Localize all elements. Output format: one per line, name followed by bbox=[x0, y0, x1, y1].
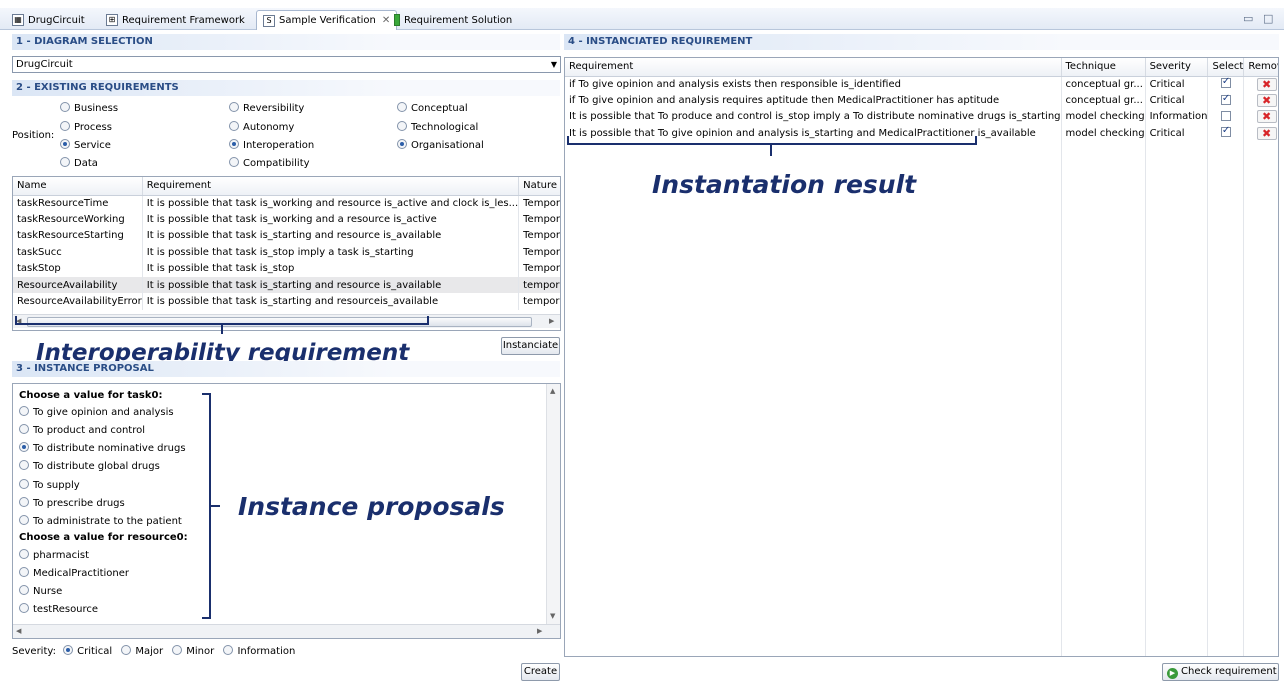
radio-resource-option[interactable]: pharmacist bbox=[19, 549, 89, 561]
radio-task-option[interactable]: To distribute nominative drugs bbox=[19, 442, 186, 454]
table-row[interactable]: taskResourceWorking It is possible that … bbox=[13, 211, 560, 228]
radio-resource-option[interactable]: testResource bbox=[19, 603, 98, 615]
table-row[interactable]: ResourceAvailabilityError It is possible… bbox=[13, 293, 560, 310]
horizontal-scrollbar[interactable]: ◀ ▶ bbox=[13, 624, 560, 638]
radio-business[interactable]: Business bbox=[60, 102, 118, 114]
radio-task-option[interactable]: To product and control bbox=[19, 424, 145, 436]
tab-requirement-solution[interactable]: Requirement Solution bbox=[388, 10, 518, 30]
radio-conceptual[interactable]: Conceptual bbox=[397, 102, 468, 114]
radio-reversibility[interactable]: Reversibility bbox=[229, 102, 304, 114]
section-instance-proposal: 3 - INSTANCE PROPOSAL bbox=[12, 361, 560, 377]
radio-task-option[interactable]: To distribute global drugs bbox=[19, 460, 160, 472]
vertical-scrollbar[interactable]: ▲ ▼ bbox=[546, 384, 560, 624]
remove-icon[interactable]: ✖ bbox=[1256, 126, 1277, 140]
table-row[interactable]: It is possible that To produce and contr… bbox=[565, 108, 1278, 126]
select-checkbox[interactable] bbox=[1220, 110, 1231, 121]
remove-icon[interactable]: ✖ bbox=[1256, 110, 1277, 124]
col-header-technique[interactable]: Technique bbox=[1061, 58, 1146, 77]
chevron-down-icon: ▼ bbox=[550, 60, 557, 69]
section-instanciated-requirement: 4 - INSTANCIATED REQUIREMENT bbox=[564, 34, 1279, 50]
radio-service[interactable]: Service bbox=[60, 139, 111, 151]
radio-interoperation[interactable]: Interoperation bbox=[229, 139, 314, 151]
solution-icon bbox=[394, 14, 400, 26]
position-label: Position: bbox=[12, 130, 55, 141]
table-row-selected[interactable]: ResourceAvailability It is possible that… bbox=[13, 276, 560, 294]
section-existing-requirements: 2 - EXISTING REQUIREMENTS bbox=[12, 80, 560, 96]
proposals-bracket bbox=[202, 393, 220, 619]
select-checkbox[interactable] bbox=[1220, 76, 1231, 89]
arrow-right-icon[interactable]: ▶ bbox=[537, 627, 542, 635]
tab-requirement-framework[interactable]: ⊞ Requirement Framework bbox=[100, 10, 251, 30]
arrow-right-icon[interactable]: ▶ bbox=[549, 317, 554, 325]
diagram-select[interactable]: DrugCircuit ▼ bbox=[12, 56, 561, 73]
tab-drugcircuit[interactable]: ▦ DrugCircuit bbox=[6, 10, 91, 30]
col-header-remove[interactable]: Remove bbox=[1243, 58, 1278, 77]
verification-icon: S bbox=[263, 14, 275, 27]
col-header-severity[interactable]: Severity bbox=[1145, 58, 1209, 77]
radio-major[interactable]: Major bbox=[121, 645, 163, 657]
task-heading: Choose a value for task0: bbox=[19, 390, 163, 401]
table-row[interactable]: if To give opinion and analysis exists t… bbox=[565, 76, 1278, 93]
result-annotation: Instantation result bbox=[652, 170, 917, 199]
table-row[interactable]: taskSucc It is possible that task is_sto… bbox=[13, 244, 560, 261]
radio-resource-option[interactable]: MedicalPractitioner bbox=[19, 567, 129, 579]
radio-compatibility[interactable]: Compatibility bbox=[229, 157, 310, 169]
table-row[interactable]: taskResourceTime It is possible that tas… bbox=[13, 195, 560, 212]
severity-group: Severity: Critical Major Minor Informati… bbox=[12, 645, 296, 657]
remove-icon[interactable]: ✖ bbox=[1256, 94, 1277, 108]
check-requirement-button[interactable]: ▶ Check requirement bbox=[1162, 663, 1279, 681]
table-row[interactable]: taskStop It is possible that task is_sto… bbox=[13, 260, 560, 277]
radio-process[interactable]: Process bbox=[60, 121, 112, 133]
instanciate-button[interactable]: Instanciate bbox=[501, 337, 560, 355]
col-header-name[interactable]: Name bbox=[13, 177, 143, 196]
select-checkbox[interactable] bbox=[1220, 125, 1231, 138]
arrow-down-icon[interactable]: ▼ bbox=[550, 612, 555, 620]
radio-task-option[interactable]: To administrate to the patient bbox=[19, 515, 182, 527]
col-header-requirement[interactable]: Requirement bbox=[565, 58, 1062, 77]
radio-critical[interactable]: Critical bbox=[63, 645, 112, 657]
col-header-select[interactable]: Select bbox=[1207, 58, 1245, 77]
section-diagram-selection: 1 - DIAGRAM SELECTION bbox=[12, 34, 560, 50]
remove-icon[interactable]: ✖ bbox=[1256, 77, 1277, 91]
radio-task-option[interactable]: To supply bbox=[19, 479, 80, 491]
tab-sample-verification[interactable]: S Sample Verification ✕ bbox=[256, 10, 398, 30]
radio-task-option[interactable]: To give opinion and analysis bbox=[19, 406, 174, 418]
proposals-annotation: Instance proposals bbox=[238, 492, 505, 521]
arrow-up-icon[interactable]: ▲ bbox=[550, 387, 555, 395]
select-checkbox[interactable] bbox=[1220, 93, 1231, 105]
col-header-requirement[interactable]: Requirement bbox=[142, 177, 520, 196]
col-header-nature[interactable]: Nature bbox=[518, 177, 560, 196]
arrow-left-icon[interactable]: ◀ bbox=[16, 627, 21, 635]
diagram-icon: ▦ bbox=[12, 14, 24, 26]
radio-resource-option[interactable]: Nurse bbox=[19, 585, 62, 597]
radio-data[interactable]: Data bbox=[60, 157, 98, 169]
result-bracket bbox=[567, 136, 977, 156]
table-row[interactable]: taskResourceStarting It is possible that… bbox=[13, 227, 560, 245]
existing-requirements-table: Name Requirement Nature taskResourceTime… bbox=[12, 176, 561, 331]
resource-heading: Choose a value for resource0: bbox=[19, 532, 188, 543]
radio-minor[interactable]: Minor bbox=[172, 645, 214, 657]
grid-icon: ⊞ bbox=[106, 14, 118, 26]
editor-tab-bar: ▦ DrugCircuit ⊞ Requirement Framework S … bbox=[0, 8, 1284, 30]
radio-information[interactable]: Information bbox=[223, 645, 295, 657]
radio-organisational[interactable]: Organisational bbox=[397, 139, 484, 151]
play-icon: ▶ bbox=[1167, 668, 1178, 679]
minimize-icon[interactable]: ▭ bbox=[1243, 12, 1253, 25]
interop-bracket bbox=[15, 316, 429, 334]
radio-technological[interactable]: Technological bbox=[397, 121, 478, 133]
radio-task-option[interactable]: To prescribe drugs bbox=[19, 497, 125, 509]
maximize-icon[interactable]: □ bbox=[1263, 12, 1273, 25]
radio-autonomy[interactable]: Autonomy bbox=[229, 121, 294, 133]
table-row[interactable]: if To give opinion and analysis requires… bbox=[565, 92, 1278, 109]
create-button[interactable]: Create bbox=[521, 663, 560, 681]
